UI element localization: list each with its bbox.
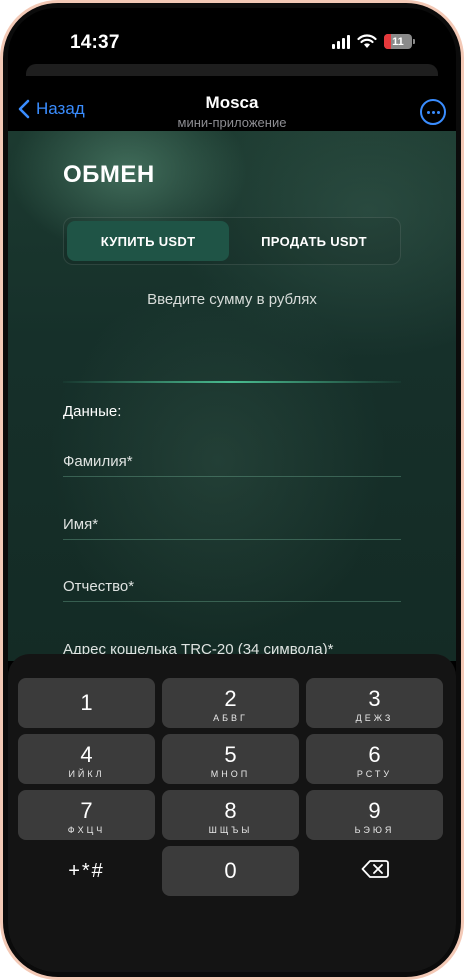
phone-screen: 14:37 11 Назад Mosca мини-приложение ОБМ… bbox=[8, 8, 456, 972]
key-digit: 0 bbox=[224, 858, 237, 883]
status-time: 14:37 bbox=[70, 32, 120, 53]
more-dots-icon bbox=[426, 110, 430, 114]
key-digit: 2 bbox=[224, 686, 237, 711]
header-title-block: Mosca мини-приложение bbox=[8, 93, 456, 130]
tab-buy-usdt[interactable]: КУПИТЬ USDT bbox=[67, 221, 229, 261]
key-digit: 6 bbox=[368, 742, 381, 767]
delete-key[interactable] bbox=[306, 859, 443, 884]
key-8[interactable]: 8 ШЩЪЫ bbox=[162, 790, 299, 840]
tab-sell-usdt[interactable]: ПРОДАТЬ USDT bbox=[232, 221, 396, 261]
key-3[interactable]: 3 ДЕЖЗ bbox=[306, 678, 443, 728]
key-9[interactable]: 9 ЬЭЮЯ bbox=[306, 790, 443, 840]
key-digit: 3 bbox=[368, 686, 381, 711]
operation-tabs: КУПИТЬ USDT ПРОДАТЬ USDT bbox=[63, 217, 401, 265]
page-title: ОБМЕН bbox=[63, 161, 155, 188]
patronymic-label: Отчество* bbox=[63, 578, 135, 595]
sheet-grabber bbox=[26, 64, 438, 76]
key-letters: ИЙКЛ bbox=[68, 769, 105, 779]
patronymic-underline bbox=[63, 601, 401, 602]
patronymic-field[interactable]: Отчество* bbox=[63, 578, 401, 602]
key-5[interactable]: 5 МНОП bbox=[162, 734, 299, 784]
symbols-key[interactable]: +*# bbox=[18, 860, 155, 883]
key-0[interactable]: 0 bbox=[162, 846, 299, 896]
battery-icon: 11 bbox=[384, 34, 415, 49]
key-letters: АБВГ bbox=[213, 713, 248, 723]
key-1[interactable]: 1 bbox=[18, 678, 155, 728]
key-digit: 4 bbox=[80, 742, 93, 767]
status-icons: 11 bbox=[332, 34, 415, 49]
key-letters: МНОП bbox=[210, 769, 251, 779]
key-digit: 1 bbox=[80, 690, 93, 715]
key-digit: 8 bbox=[224, 798, 237, 823]
key-digit: 9 bbox=[368, 798, 381, 823]
numeric-keyboard: 1 2 АБВГ 3 ДЕЖЗ 4 ИЙКЛ 5 МНОП 6 РСТУ 7 Ф… bbox=[8, 654, 456, 972]
name-label: Имя* bbox=[63, 516, 99, 533]
app-title: Mosca bbox=[205, 93, 259, 112]
data-section-label: Данные: bbox=[63, 403, 122, 420]
amount-input[interactable] bbox=[63, 381, 401, 383]
cellular-signal-icon bbox=[332, 34, 350, 49]
app-subtitle: мини-приложение bbox=[177, 115, 287, 130]
more-options-button[interactable] bbox=[420, 99, 446, 125]
key-digit: 7 bbox=[80, 798, 93, 823]
key-letters: РСТУ bbox=[356, 769, 393, 779]
surname-label: Фамилия* bbox=[63, 453, 133, 470]
name-underline bbox=[63, 539, 401, 540]
key-7[interactable]: 7 ФХЦЧ bbox=[18, 790, 155, 840]
surname-underline bbox=[63, 476, 401, 477]
name-field[interactable]: Имя* bbox=[63, 516, 401, 540]
key-4[interactable]: 4 ИЙКЛ bbox=[18, 734, 155, 784]
surname-field[interactable]: Фамилия* bbox=[63, 453, 401, 477]
key-letters: ШЩЪЫ bbox=[208, 825, 253, 835]
backspace-icon bbox=[361, 860, 389, 878]
exchange-form: ОБМЕН КУПИТЬ USDT ПРОДАТЬ USDT Введите с… bbox=[8, 131, 456, 661]
key-digit: 5 bbox=[224, 742, 237, 767]
mini-app-header: Назад Mosca мини-приложение bbox=[8, 76, 456, 138]
key-2[interactable]: 2 АБВГ bbox=[162, 678, 299, 728]
key-letters: ДЕЖЗ bbox=[355, 713, 394, 723]
wifi-icon bbox=[357, 34, 377, 48]
amount-hint: Введите сумму в рублях bbox=[147, 291, 317, 308]
key-letters: ФХЦЧ bbox=[67, 825, 106, 835]
key-letters: ЬЭЮЯ bbox=[354, 825, 395, 835]
key-6[interactable]: 6 РСТУ bbox=[306, 734, 443, 784]
battery-level: 11 bbox=[392, 35, 404, 48]
